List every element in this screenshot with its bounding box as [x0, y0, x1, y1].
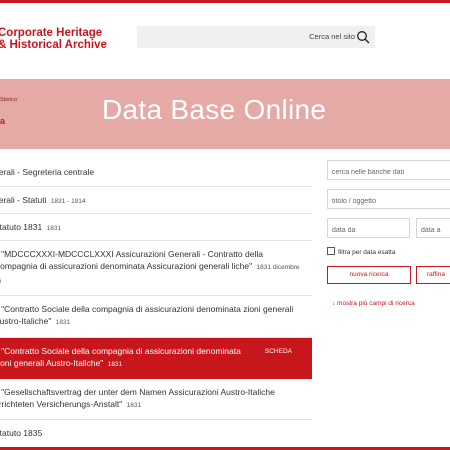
site-search-placeholder: Cerca nel sito [309, 32, 355, 41]
date-from-input[interactable] [328, 221, 409, 240]
logo-line-1: Corporate Heritage [0, 27, 103, 39]
exact-date-filter[interactable]: filtra per data esatta [327, 247, 395, 256]
result-meta: 1831 [46, 225, 62, 232]
result-text: nerali - Statuti [0, 195, 47, 205]
result-text: nerali - Segreteria centrale [0, 167, 95, 177]
title-field[interactable] [327, 189, 450, 211]
breadcrumb[interactable]: Storico [0, 97, 17, 103]
title-input[interactable] [328, 192, 450, 211]
results-list: nerali - Segreteria centrale nerali - St… [0, 159, 312, 448]
result-text: 1 "MDCCCXXXI-MDCCCLXXXI Assicurazioni Ge… [0, 249, 263, 271]
new-search-button[interactable]: nuova ricerca [327, 266, 411, 284]
date-from-field[interactable] [327, 218, 410, 240]
page-title: Data Base Online [102, 94, 327, 125]
date-to-input[interactable] [417, 221, 450, 240]
hero-banner: Storico a Data Base Online [0, 79, 450, 149]
result-meta: 1831 [55, 319, 71, 326]
result-row[interactable]: nerali - Statuti 1831 - 1914 [0, 187, 312, 214]
result-row[interactable]: 4 "Gesellschaftsvertrag der unter dem Na… [0, 379, 312, 420]
db-search-field[interactable] [327, 160, 450, 182]
result-meta: 1831 [107, 361, 123, 368]
refine-button[interactable]: raffina [416, 266, 450, 284]
scheda-link[interactable]: SCHEDA [265, 346, 292, 358]
result-row[interactable]: Statuto 1831 1831 [0, 214, 312, 241]
result-row[interactable]: nerali - Segreteria centrale [0, 159, 312, 187]
logo-line-2: & Historical Archive [0, 39, 107, 51]
breadcrumb-current: a [0, 116, 6, 126]
date-to-field[interactable] [416, 218, 450, 240]
exact-date-label: filtra per data esatta [338, 249, 396, 256]
exact-date-checkbox[interactable] [327, 247, 335, 255]
site-logo[interactable]: Corporate Heritage & Historical Archive [0, 27, 107, 51]
result-meta: 1831 [126, 402, 142, 409]
result-row[interactable]: 1 "MDCCCXXXI-MDCCCLXXXI Assicurazioni Ge… [0, 241, 312, 296]
db-search-input[interactable] [328, 163, 450, 182]
result-text: Statuto 1835 [0, 428, 43, 438]
result-row-selected[interactable]: 3 "Contratto Sociale della compagnia di … [0, 338, 312, 379]
result-text: Statuto 1831 [0, 222, 43, 232]
top-accent-bar [0, 0, 450, 3]
result-row[interactable]: Statuto 1835 [0, 420, 312, 448]
result-meta: 1831 - 1914 [50, 198, 86, 205]
site-search-bar[interactable]: Cerca nel sito [137, 26, 375, 48]
more-fields-link[interactable]: ↓ mostra più campi di ricerca [332, 300, 415, 307]
result-row[interactable]: 2 "Contratto Sociale della compagnia di … [0, 296, 312, 338]
result-text: 2 "Contratto Sociale della compagnia di … [0, 304, 294, 326]
search-icon[interactable] [356, 30, 370, 44]
